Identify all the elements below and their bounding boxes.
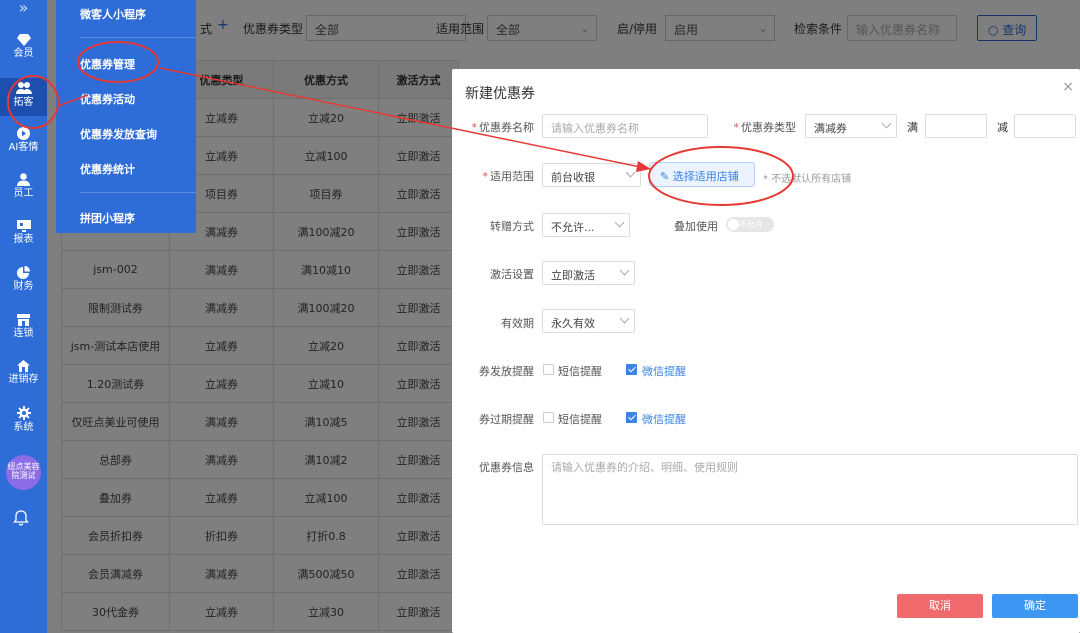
toggle-knob	[728, 219, 739, 230]
nav-item-chain[interactable]: 连锁	[0, 314, 47, 346]
play-icon	[17, 127, 30, 140]
coupon-info-textarea[interactable]: 请输入优惠券的介绍、明细、使用规则	[542, 454, 1078, 525]
coupon-name-input[interactable]: 请输入优惠券名称	[542, 114, 708, 138]
person-icon	[17, 173, 30, 186]
stack-label: 叠加使用	[674, 220, 718, 233]
expire-sms-label: 短信提醒	[558, 413, 602, 426]
nav-label: 连锁	[13, 328, 34, 339]
validity-select[interactable]: 永久有效	[542, 309, 635, 333]
issue-sms-checkbox[interactable]	[543, 364, 554, 375]
coupon-type-select[interactable]: 满减券	[805, 114, 897, 138]
minus-label: 减	[997, 121, 1008, 134]
nav-label: 报表	[13, 234, 34, 245]
chevron-down-icon	[619, 265, 630, 276]
nav-item-inventory[interactable]: 进销存	[0, 360, 47, 392]
issue-sms-label: 短信提醒	[558, 365, 602, 378]
store-icon	[17, 314, 30, 326]
chevron-down-icon	[614, 217, 625, 228]
expire-remind-label: 券过期提醒	[479, 413, 534, 426]
minus-amount-input[interactable]	[1014, 114, 1076, 138]
submenu-item-miniapp[interactable]: 微客人小程序	[80, 6, 146, 22]
diamond-icon	[16, 34, 31, 46]
full-label: 满	[907, 121, 918, 134]
stack-toggle[interactable]: 不允许	[726, 217, 774, 232]
expire-wechat-label: 微信提醒	[642, 413, 686, 426]
nav-label: 员工	[13, 188, 34, 199]
bell-icon[interactable]	[13, 510, 29, 530]
issue-wechat-label: 微信提醒	[642, 365, 686, 378]
chevron-down-icon	[881, 118, 892, 129]
left-nav: » 会员 拓客 AI客情 员工 报表 财务 连锁 进销存 系统 纽点美容 院测试	[0, 0, 47, 633]
dialog-title: 新建优惠券	[465, 86, 535, 102]
scope-label: * 适用范围	[482, 170, 535, 183]
gear-icon	[16, 406, 31, 420]
coupon-name-label: * 优惠券名称	[471, 121, 535, 134]
acquire-submenu: 微客人小程序 优惠券管理 优惠券活动 优惠券发放查询 优惠券统计 拼团小程序	[56, 0, 196, 233]
expire-sms-checkbox[interactable]	[543, 412, 554, 423]
submenu-divider	[80, 192, 196, 193]
scope-select[interactable]: 前台收银	[542, 163, 641, 187]
pie-icon	[17, 266, 30, 279]
edit-icon: ✎	[660, 170, 673, 183]
nav-label: 财务	[13, 281, 34, 292]
new-coupon-dialog: 新建优惠券 × * 优惠券名称 请输入优惠券名称 * 优惠券类型 满减券 满 减 *…	[452, 69, 1080, 633]
submenu-item-coupon-stats[interactable]: 优惠券统计	[80, 161, 135, 177]
expand-nav-icon[interactable]: »	[0, 0, 47, 22]
submenu-divider	[80, 37, 196, 38]
nav-label: 进销存	[8, 374, 39, 385]
submenu-item-coupon-management[interactable]: 优惠券管理	[80, 56, 135, 72]
issue-wechat-checkbox[interactable]	[626, 364, 637, 375]
nav-label: 拓客	[13, 97, 34, 108]
activate-select[interactable]: 立即激活	[542, 261, 635, 285]
nav-item-member[interactable]: 会员	[0, 34, 47, 66]
nav-label: 系统	[13, 422, 34, 433]
transfer-select[interactable]: 不允许...	[542, 213, 630, 237]
nav-item-staff[interactable]: 员工	[0, 173, 47, 205]
avatar-label: 纽点美容 院测试	[7, 462, 40, 480]
expire-wechat-checkbox[interactable]	[626, 412, 637, 423]
store-hint: * 不选默认所有店铺	[763, 174, 852, 185]
full-amount-input[interactable]	[925, 114, 987, 138]
chevron-down-icon	[625, 167, 636, 178]
select-stores-button[interactable]: ✎ 选择适用店铺	[649, 162, 755, 187]
cancel-button[interactable]: 取消	[897, 594, 983, 618]
nav-item-report[interactable]: 报表	[0, 220, 47, 252]
confirm-button[interactable]: 确定	[992, 594, 1078, 618]
nav-item-finance[interactable]: 财务	[0, 266, 47, 298]
transfer-label: 转赠方式	[490, 220, 534, 233]
submenu-item-group-buy[interactable]: 拼团小程序	[80, 210, 135, 226]
monitor-icon	[16, 220, 31, 232]
users-icon	[15, 82, 32, 94]
close-icon[interactable]: ×	[1062, 79, 1074, 95]
nav-label: 会员	[13, 48, 34, 59]
nav-item-system[interactable]: 系统	[0, 406, 47, 438]
info-label: 优惠券信息	[479, 461, 534, 474]
nav-label: AI客情	[8, 142, 39, 153]
nav-item-ai[interactable]: AI客情	[0, 127, 47, 159]
chevron-down-icon	[619, 313, 630, 324]
issue-remind-label: 券发放提醒	[479, 365, 534, 378]
validity-label: 有效期	[501, 317, 534, 330]
house-icon	[17, 360, 30, 372]
store-avatar[interactable]: 纽点美容 院测试	[6, 455, 41, 490]
submenu-item-coupon-activity[interactable]: 优惠券活动	[80, 91, 135, 107]
nav-item-acquire[interactable]: 拓客	[0, 78, 47, 116]
coupon-type-label: * 优惠券类型	[733, 121, 797, 134]
activate-label: 激活设置	[490, 268, 534, 281]
submenu-item-coupon-issue-query[interactable]: 优惠券发放查询	[80, 126, 157, 142]
